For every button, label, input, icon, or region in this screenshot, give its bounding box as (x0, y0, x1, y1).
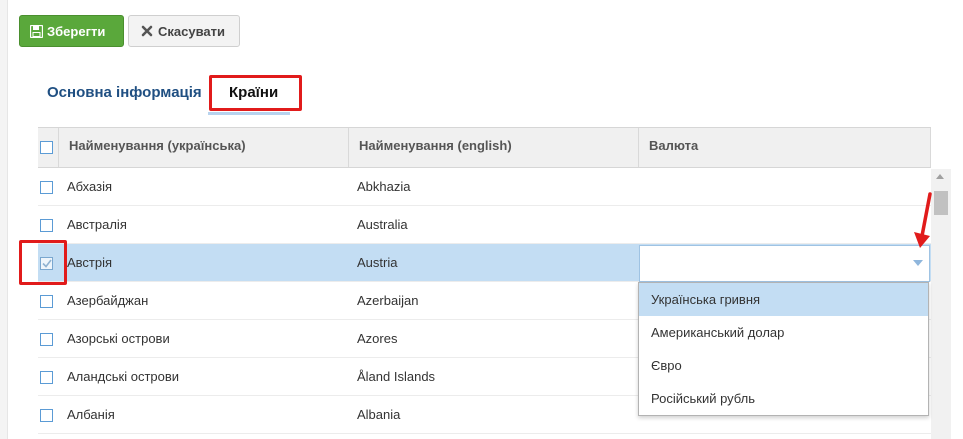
row-checkbox[interactable] (40, 409, 53, 422)
close-icon (140, 24, 154, 38)
left-panel-edge (0, 0, 8, 439)
cell-name-ukrainian: Абхазія (67, 179, 113, 194)
column-header-name-ukrainian[interactable]: Найменування (українська) (58, 128, 348, 167)
save-button[interactable]: Зберегти (19, 15, 124, 47)
row-checkbox[interactable] (40, 295, 53, 308)
currency-dropdown: Українська гривня Американський долар Єв… (638, 282, 929, 416)
cell-name-ukrainian: Австралія (67, 217, 127, 232)
right-margin (951, 0, 963, 439)
cell-name-english: Åland Islands (357, 369, 436, 384)
select-all-checkbox[interactable] (40, 141, 53, 154)
cell-name-english: Austria (357, 255, 398, 270)
table-row[interactable]: Австралія Australia (38, 206, 931, 244)
cancel-button-label: Скасувати (158, 23, 225, 39)
cell-name-ukrainian: Аландські острови (67, 369, 180, 384)
table-row[interactable]: Абхазія Abkhazia (38, 168, 931, 206)
tab-main-info[interactable]: Основна інформація (47, 84, 202, 101)
cell-name-english: Azerbaijan (357, 293, 419, 308)
cell-name-ukrainian: Албанія (67, 407, 115, 422)
currency-option-usd[interactable]: Американський долар (639, 316, 928, 349)
currency-option-eur[interactable]: Євро (639, 349, 928, 382)
row-checkbox[interactable] (40, 181, 53, 194)
cell-name-english: Australia (357, 217, 408, 232)
annotation-highlight-checkbox (19, 240, 67, 285)
cell-name-ukrainian: Азербайджан (67, 293, 149, 308)
column-header-currency[interactable]: Валюта (638, 128, 931, 167)
currency-option-uah[interactable]: Українська гривня (639, 283, 928, 316)
grid-header: Найменування (українська) Найменування (… (38, 127, 931, 168)
save-button-label: Зберегти (47, 23, 106, 39)
scroll-up-arrow-icon[interactable] (936, 174, 944, 179)
row-checkbox[interactable] (40, 333, 53, 346)
cell-name-english: Abkhazia (357, 179, 411, 194)
cancel-button[interactable]: Скасувати (128, 15, 240, 47)
currency-select[interactable] (639, 245, 930, 282)
header-select-cell (38, 128, 58, 167)
column-header-name-english[interactable]: Найменування (english) (348, 128, 638, 167)
annotation-arrow-icon (914, 192, 932, 248)
active-tab-indicator (208, 112, 290, 115)
floppy-disk-icon (29, 24, 43, 38)
row-checkbox[interactable] (40, 219, 53, 232)
chevron-down-icon[interactable] (913, 260, 923, 266)
cell-name-english: Albania (357, 407, 401, 422)
cell-name-ukrainian: Азорські острови (67, 331, 170, 346)
cell-name-ukrainian: Австрія (67, 255, 113, 270)
currency-option-rub[interactable]: Російський рубль (639, 382, 928, 415)
row-checkbox[interactable] (40, 371, 53, 384)
annotation-highlight-tab (209, 75, 302, 111)
cell-name-english: Azores (357, 331, 398, 346)
